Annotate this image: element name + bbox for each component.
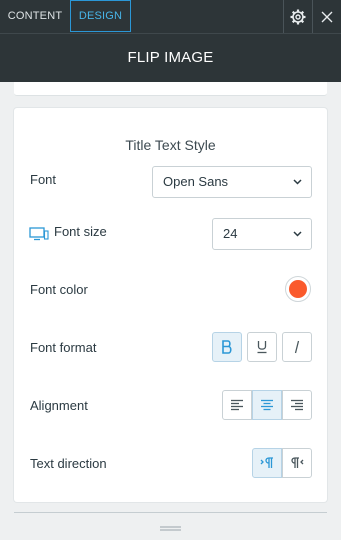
chevron-down-icon <box>293 231 302 237</box>
font-color-picker[interactable] <box>285 276 311 302</box>
ltr-direction-icon <box>260 457 273 468</box>
italic-icon <box>294 340 300 354</box>
section-divider <box>14 512 327 513</box>
align-center-button[interactable] <box>252 390 282 420</box>
tab-content[interactable]: CONTENT <box>0 0 70 32</box>
top-tab-bar: CONTENT DESIGN <box>0 0 341 33</box>
ltr-direction-button[interactable] <box>252 448 282 478</box>
font-select[interactable]: Open Sans <box>152 166 312 198</box>
align-left-button[interactable] <box>222 390 252 420</box>
bold-button[interactable] <box>212 332 242 362</box>
bold-icon <box>222 340 232 354</box>
font-color-label: Font color <box>30 282 88 297</box>
settings-button[interactable] <box>283 0 311 33</box>
font-select-value: Open Sans <box>163 174 229 189</box>
font-size-label: Font size <box>54 224 107 239</box>
font-color-dot <box>289 280 307 298</box>
font-size-value: 24 <box>223 226 238 241</box>
chevron-down-icon <box>293 179 302 185</box>
align-center-icon <box>261 399 273 411</box>
font-format-label: Font format <box>30 340 97 355</box>
close-button[interactable] <box>312 0 341 33</box>
text-direction-label: Text direction <box>30 456 107 471</box>
align-right-button[interactable] <box>282 390 312 420</box>
italic-button[interactable] <box>282 332 312 362</box>
panel-title: FLIP IMAGE <box>0 33 341 82</box>
font-label: Font <box>30 172 57 187</box>
previous-section-card <box>14 82 327 96</box>
underline-icon <box>257 341 267 354</box>
align-left-icon <box>231 399 243 411</box>
rtl-direction-icon <box>291 457 304 468</box>
align-right-icon <box>291 399 303 411</box>
section-title: Title Text Style <box>125 137 216 153</box>
gear-icon <box>290 9 305 24</box>
resize-handle-icon[interactable] <box>160 526 181 532</box>
underline-button[interactable] <box>247 332 277 362</box>
font-size-select[interactable]: 24 <box>212 218 312 250</box>
alignment-label: Alignment <box>30 398 88 413</box>
desktop-icon <box>29 227 49 241</box>
close-icon <box>321 11 333 22</box>
tab-design[interactable]: DESIGN <box>70 0 131 32</box>
rtl-direction-button[interactable] <box>282 448 312 478</box>
